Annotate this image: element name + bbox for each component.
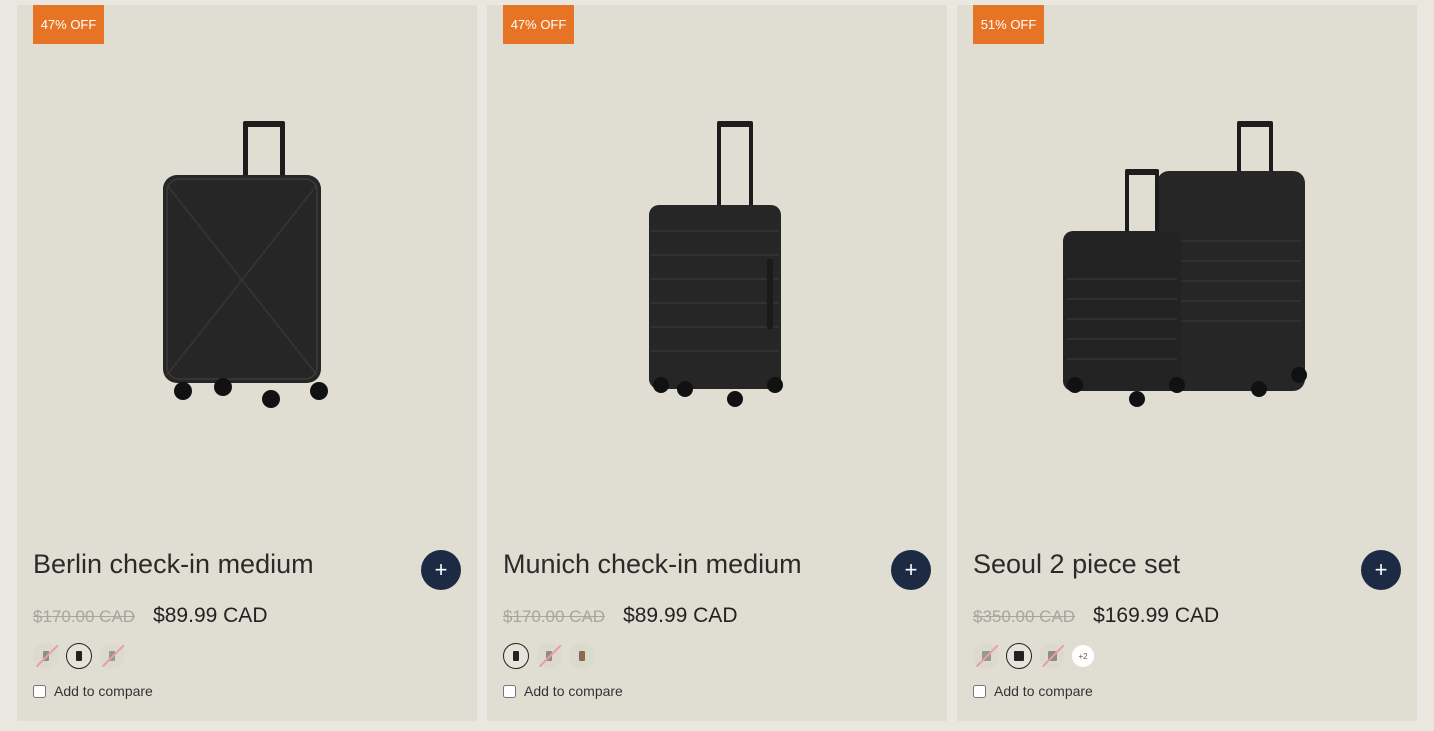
price-row: $170.00 CAD $89.99 CAD <box>33 604 267 628</box>
sale-price: $169.99 CAD <box>1093 604 1220 627</box>
suitcase-icon <box>76 651 82 661</box>
suitcase-icon <box>43 651 49 661</box>
product-card[interactable]: 47% OFF Munich check-in medium + $170.00 <box>487 5 947 721</box>
color-swatch[interactable] <box>1039 643 1065 669</box>
product-card[interactable]: 51% OFF Seoul 2 piece set + $350.00 CAD … <box>957 5 1417 721</box>
compare-at-price: $170.00 CAD <box>503 607 606 626</box>
product-grid: 47% OFF Berlin check-in medium + $170.00… <box>17 5 1417 721</box>
suitcase-icon <box>109 651 115 661</box>
product-card[interactable]: 47% OFF Berlin check-in medium + $170.00… <box>17 5 477 721</box>
product-title[interactable]: Seoul 2 piece set <box>973 549 1180 580</box>
product-title[interactable]: Munich check-in medium <box>503 549 802 580</box>
compare-label: Add to compare <box>54 683 153 699</box>
price-row: $170.00 CAD $89.99 CAD <box>503 604 737 628</box>
add-to-cart-button[interactable]: + <box>891 550 931 590</box>
add-to-compare[interactable]: Add to compare <box>973 683 1093 699</box>
suitcase-icon <box>579 651 585 661</box>
color-swatches <box>33 643 125 669</box>
suitcase-icon <box>981 651 991 661</box>
plus-icon: + <box>1374 557 1388 582</box>
discount-badge: 47% OFF <box>33 5 104 44</box>
plus-icon: + <box>434 557 448 582</box>
compare-label: Add to compare <box>524 683 623 699</box>
color-swatch[interactable] <box>973 643 999 669</box>
suitcase-icon <box>513 651 519 661</box>
compare-at-price: $350.00 CAD <box>973 607 1076 626</box>
color-swatch[interactable] <box>66 643 92 669</box>
product-image[interactable] <box>17 45 477 505</box>
color-swatch[interactable] <box>33 643 59 669</box>
color-swatch[interactable] <box>503 643 529 669</box>
plus-icon: + <box>904 557 918 582</box>
suitcase-icon <box>546 651 552 661</box>
color-swatch[interactable] <box>536 643 562 669</box>
add-to-compare[interactable]: Add to compare <box>33 683 153 699</box>
suitcase-icon <box>1014 651 1024 661</box>
color-swatches: +2 <box>973 643 1094 669</box>
add-to-compare[interactable]: Add to compare <box>503 683 623 699</box>
suitcase-icon <box>1047 651 1057 661</box>
sale-price: $89.99 CAD <box>153 604 268 627</box>
add-to-cart-button[interactable]: + <box>1361 550 1401 590</box>
discount-badge: 47% OFF <box>503 5 574 44</box>
compare-checkbox[interactable] <box>503 684 516 698</box>
color-swatch[interactable] <box>569 643 595 669</box>
compare-label: Add to compare <box>994 683 1093 699</box>
product-image[interactable] <box>487 45 947 505</box>
color-swatch[interactable] <box>99 643 125 669</box>
color-swatches <box>503 643 595 669</box>
compare-at-price: $170.00 CAD <box>33 607 136 626</box>
product-title[interactable]: Berlin check-in medium <box>33 549 314 580</box>
more-colors[interactable]: +2 <box>1072 645 1094 667</box>
add-to-cart-button[interactable]: + <box>421 550 461 590</box>
compare-checkbox[interactable] <box>973 684 986 698</box>
color-swatch[interactable] <box>1006 643 1032 669</box>
compare-checkbox[interactable] <box>33 684 46 698</box>
product-image[interactable] <box>957 45 1417 505</box>
discount-badge: 51% OFF <box>973 5 1044 44</box>
price-row: $350.00 CAD $169.99 CAD <box>973 604 1219 628</box>
sale-price: $89.99 CAD <box>623 604 738 627</box>
